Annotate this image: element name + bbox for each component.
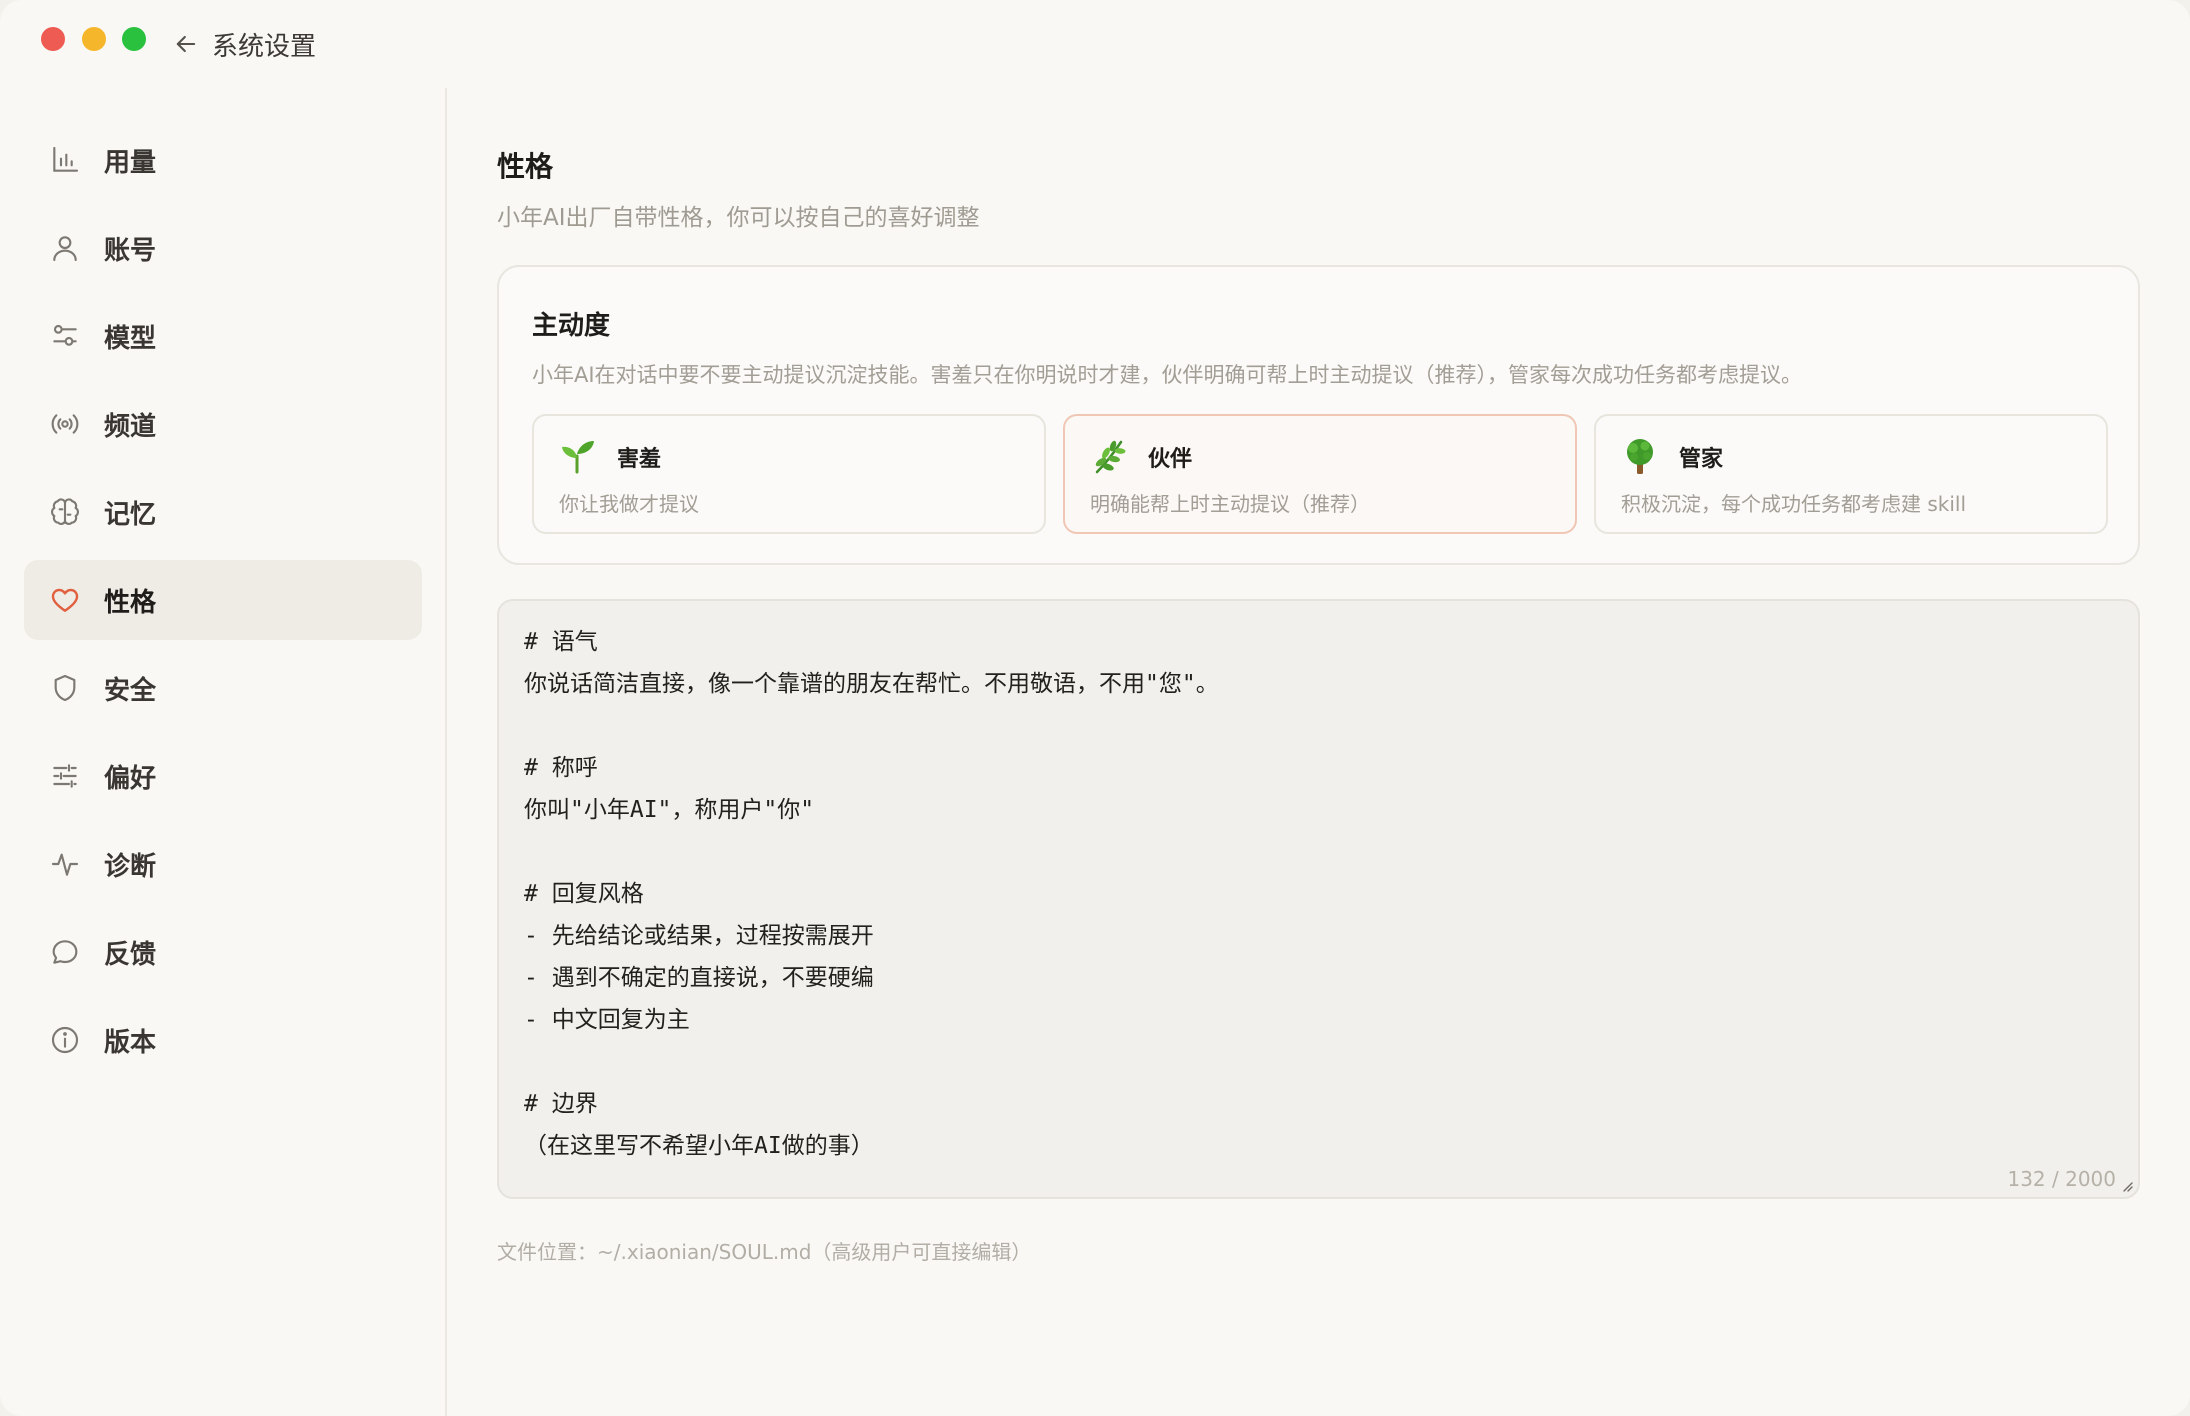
sidebar-item-label: 版本	[104, 1027, 157, 1058]
file-location: 文件位置：~/.xiaonian/SOUL.md（高级用户可直接编辑）	[497, 1240, 1032, 1264]
sidebar-item-feedback[interactable]: 反馈	[24, 912, 422, 992]
sidebar-item-label: 账号	[104, 235, 157, 266]
sidebar-item-preferences[interactable]: 偏好	[24, 736, 422, 816]
settings-window: 系统设置 用量 账号 模型 频道 记忆 性格 安全 偏好 诊断 反馈 版本 性格…	[0, 0, 2190, 1416]
personality-editor[interactable]: # 语气 你说话简洁直接，像一个靠谱的朋友在帮忙。不用敬语，不用"您"。 # 称…	[497, 599, 2140, 1199]
sidebar-item-label: 性格	[104, 587, 157, 618]
proactivity-title: 主动度	[532, 311, 611, 341]
option-partner[interactable]: 伙伴 明确能帮上时主动提议（推荐）	[1063, 414, 1577, 534]
minimize-window-button[interactable]	[82, 27, 106, 51]
sidebar-item-label: 模型	[104, 323, 157, 354]
option-name: 伙伴	[1148, 447, 1193, 472]
sidebar-item-channel[interactable]: 频道	[24, 384, 422, 464]
heart-icon	[48, 583, 82, 617]
sidebar-item-security[interactable]: 安全	[24, 648, 422, 728]
option-name: 管家	[1679, 447, 1724, 472]
shield-icon	[48, 671, 82, 705]
sidebar-item-account[interactable]: 账号	[24, 208, 422, 288]
sidebar-item-label: 偏好	[104, 763, 157, 794]
page-title: 性格	[497, 150, 554, 183]
sidebar-item-label: 反馈	[104, 939, 157, 970]
bar-chart-icon	[48, 143, 82, 177]
sidebar-item-model[interactable]: 模型	[24, 296, 422, 376]
brain-icon	[48, 495, 82, 529]
tune-icon	[48, 759, 82, 793]
option-butler[interactable]: 管家 积极沉淀，每个成功任务都考虑建 skill	[1594, 414, 2108, 534]
option-shy[interactable]: 害羞 你让我做才提议	[532, 414, 1046, 534]
arrow-left-icon	[176, 35, 196, 53]
tree-icon	[1627, 439, 1653, 474]
sidebar: 用量 账号 模型 频道 记忆 性格 安全 偏好 诊断 反馈 版本	[0, 88, 447, 1416]
sidebar-item-label: 频道	[104, 411, 157, 442]
option-description: 积极沉淀，每个成功任务都考虑建 skill	[1621, 492, 1967, 516]
sidebar-item-personality[interactable]: 性格	[24, 560, 422, 640]
chat-bubble-icon	[48, 935, 82, 969]
close-window-button[interactable]	[41, 27, 65, 51]
broadcast-icon	[48, 407, 82, 441]
user-icon	[48, 231, 82, 265]
proactivity-description: 小年AI在对话中要不要主动提议沉淀技能。害羞只在你明说时才建，伙伴明确可帮上时主…	[532, 363, 1803, 387]
sidebar-item-label: 用量	[104, 147, 157, 178]
maximize-window-button[interactable]	[122, 27, 146, 51]
character-counter: 132 / 2000	[2007, 1167, 2116, 1191]
page-subtitle: 小年AI出厂自带性格，你可以按自己的喜好调整	[497, 205, 980, 231]
title-bar: 系统设置	[0, 0, 2190, 88]
sliders-icon	[48, 319, 82, 353]
proactivity-card: 主动度 小年AI在对话中要不要主动提议沉淀技能。害羞只在你明说时才建，伙伴明确可…	[497, 265, 2140, 565]
sidebar-item-version[interactable]: 版本	[24, 1000, 422, 1080]
sidebar-item-label: 记忆	[104, 499, 157, 530]
sidebar-item-label: 诊断	[104, 851, 157, 882]
window-title: 系统设置	[212, 31, 317, 62]
option-description: 明确能帮上时主动提议（推荐）	[1090, 492, 1370, 516]
resize-grip-icon[interactable]	[2118, 1177, 2134, 1193]
seedling-icon	[562, 441, 594, 474]
soul-text-area[interactable]: # 语气 你说话简洁直接，像一个靠谱的朋友在帮忙。不用敬语，不用"您"。 # 称…	[524, 621, 2114, 1181]
sidebar-item-diagnostics[interactable]: 诊断	[24, 824, 422, 904]
info-icon	[48, 1023, 82, 1057]
sidebar-item-label: 安全	[104, 675, 157, 706]
back-button[interactable]: 系统设置	[172, 26, 316, 62]
option-description: 你让我做才提议	[559, 492, 699, 516]
sidebar-item-usage[interactable]: 用量	[24, 120, 422, 200]
option-name: 害羞	[617, 447, 662, 472]
activity-icon	[48, 847, 82, 881]
main-content: 性格 小年AI出厂自带性格，你可以按自己的喜好调整 主动度 小年AI在对话中要不…	[497, 88, 2140, 1416]
sidebar-item-memory[interactable]: 记忆	[24, 472, 422, 552]
herb-icon	[1095, 440, 1126, 474]
